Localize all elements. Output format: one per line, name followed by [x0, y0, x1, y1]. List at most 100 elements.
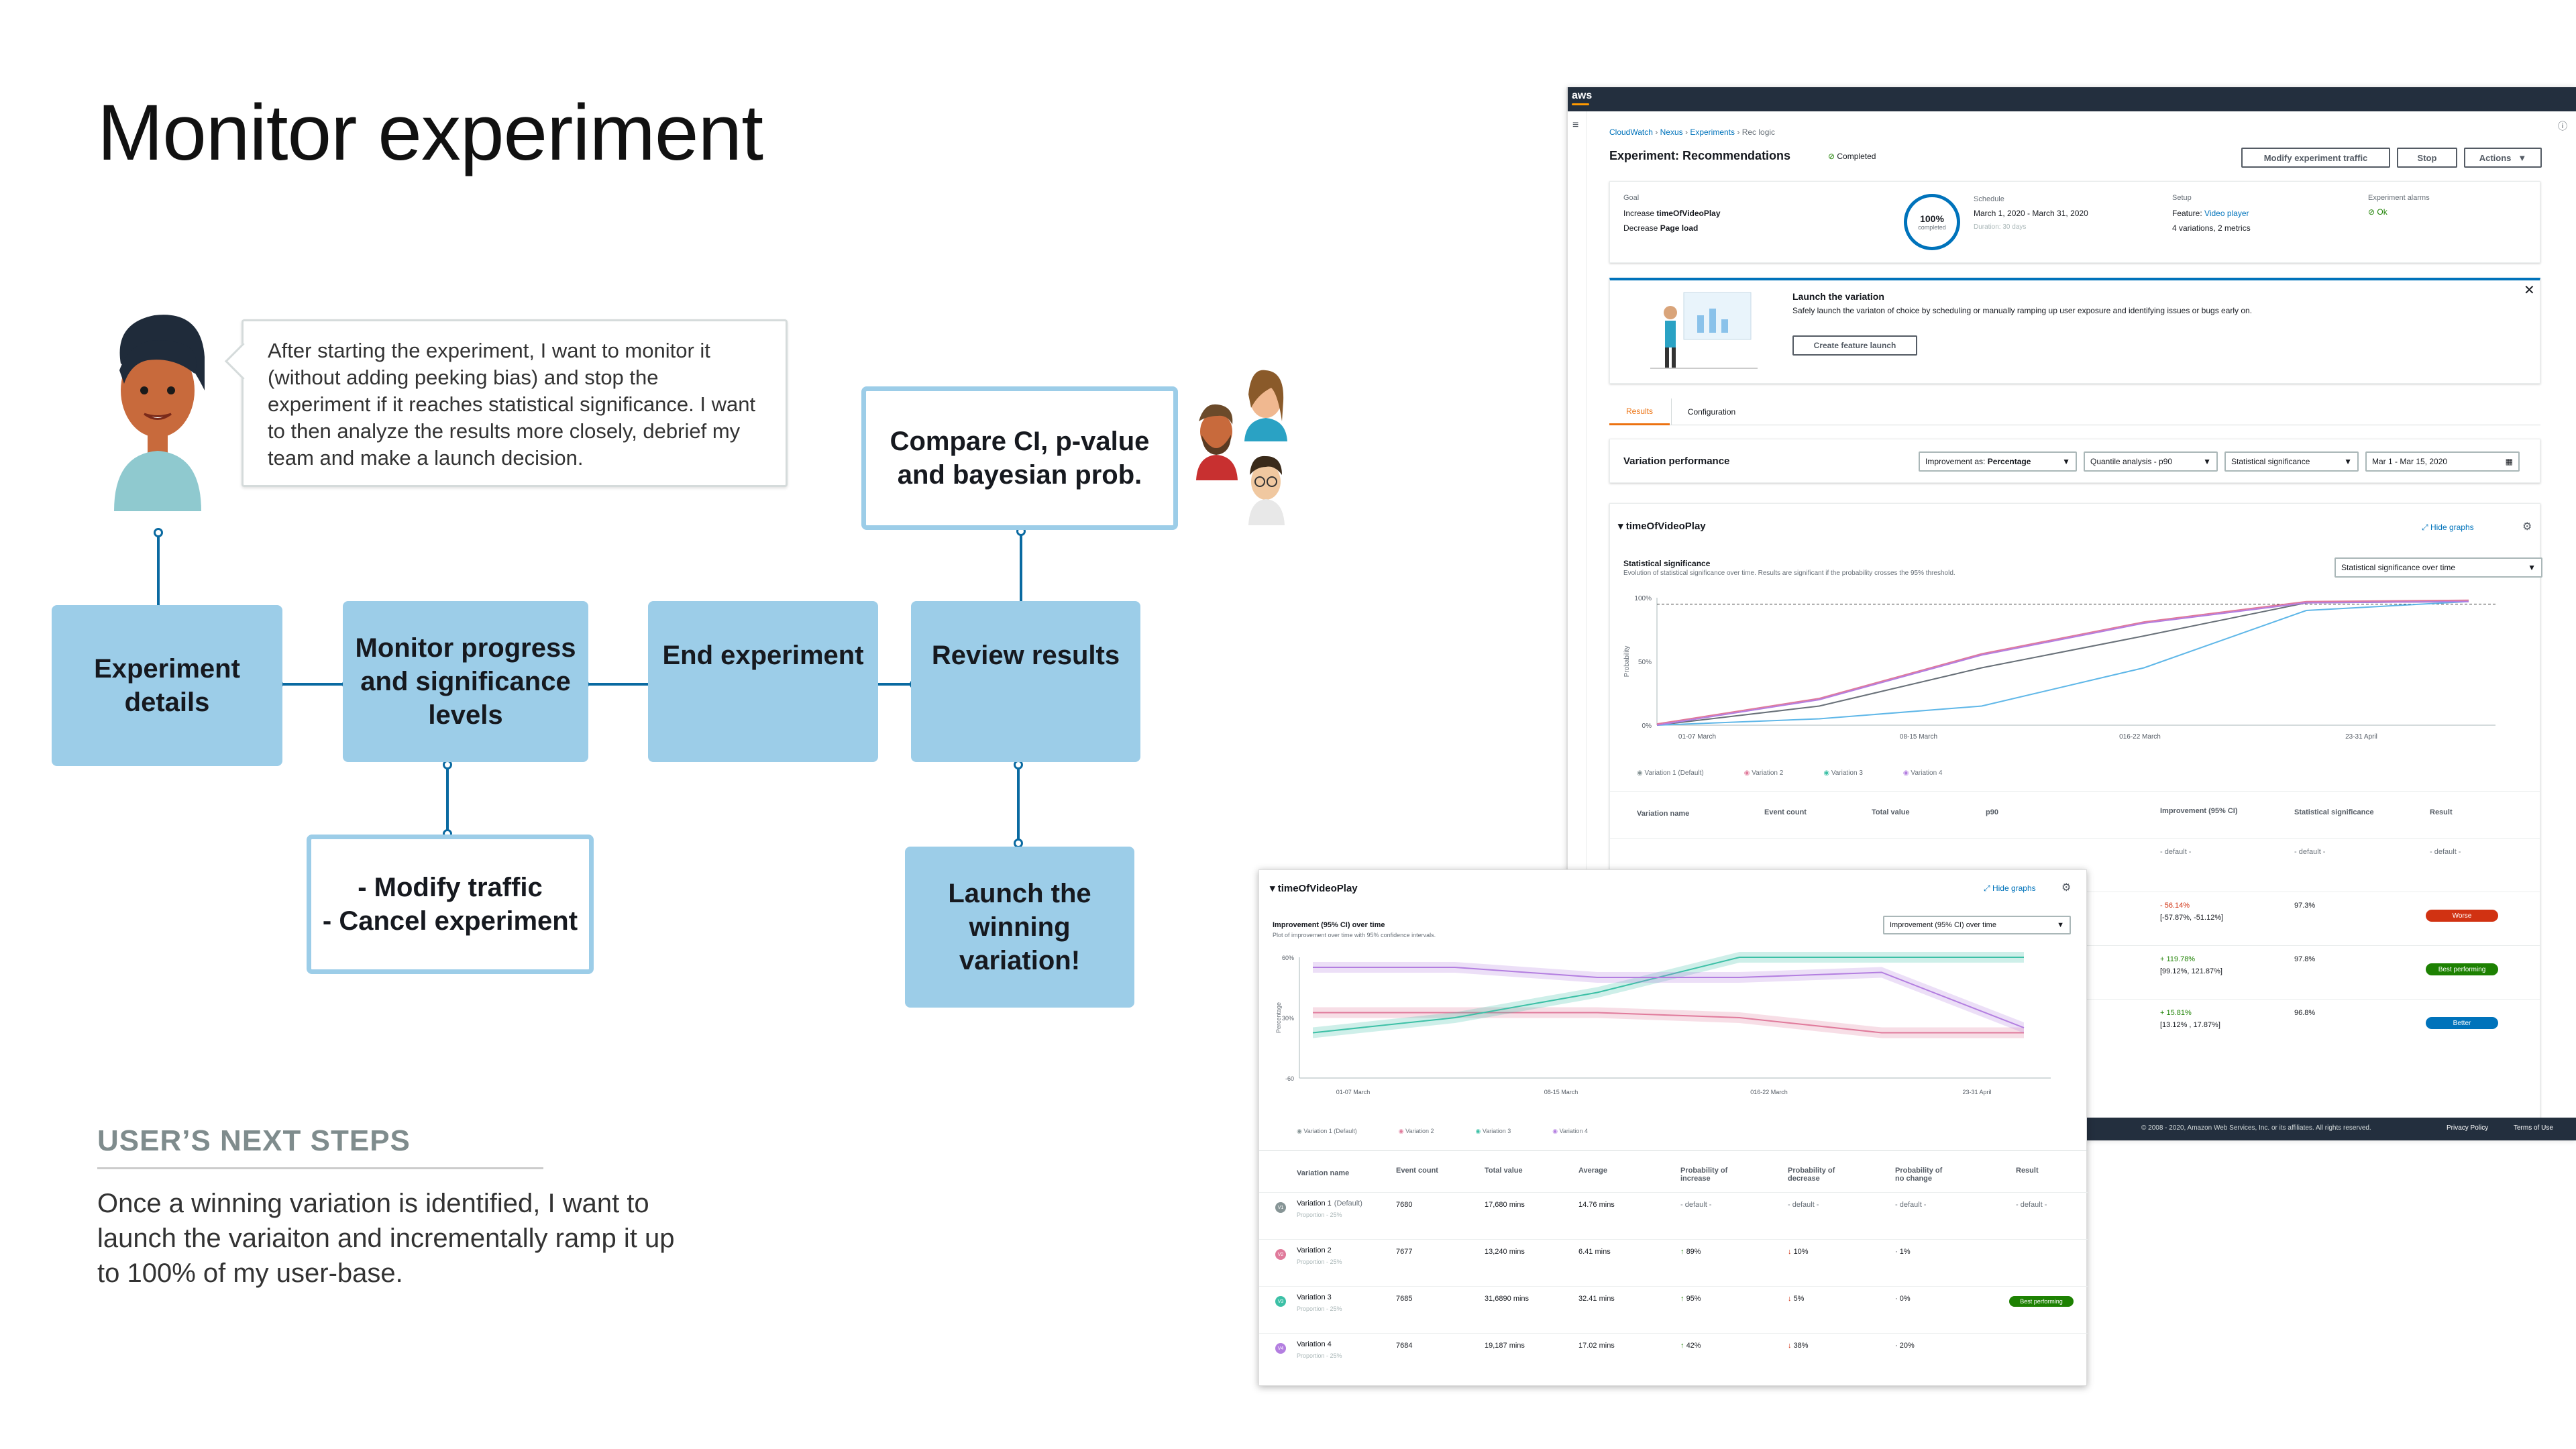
variation-name[interactable]: Variation 2	[1297, 1246, 1332, 1254]
calendar-icon: ▦	[2505, 457, 2513, 466]
info-icon[interactable]: ⓘ	[2558, 119, 2567, 133]
terms-link[interactable]: Terms of Use	[2514, 1124, 2553, 1132]
improvement-select[interactable]: Improvement as: Percentage ▼	[1919, 451, 2077, 472]
user-quote-bubble: After starting the experiment, I want to…	[241, 319, 788, 487]
sig-chart-title: Statistical significance	[1623, 559, 1711, 568]
prob-decrease: ↓ 10%	[1788, 1248, 1809, 1256]
duration-value: Duration: 30 days	[1974, 223, 2027, 231]
launch-title: Launch the variation	[1792, 291, 1884, 302]
ci-value: [99.12%, 121.87%]	[2160, 967, 2222, 975]
default-tag: (Default)	[1334, 1199, 1362, 1208]
event-count: 7684	[1396, 1342, 1413, 1350]
goal-2: Decrease Page load	[1623, 223, 1699, 233]
footer-copyright: © 2008 - 2020, Amazon Web Services, Inc.…	[2141, 1124, 2371, 1132]
popup-chart-select[interactable]: Improvement (95% CI) over time ▼	[1883, 916, 2071, 934]
sig-chart-select[interactable]: Statistical significance over time ▼	[2334, 557, 2542, 578]
result-value: - default -	[2430, 848, 2461, 856]
aws-top-bar: aws	[1568, 87, 2576, 111]
actions-dropdown[interactable]: Actions ▼	[2464, 148, 2542, 168]
prob-decrease-value: 5%	[1793, 1295, 1805, 1303]
persona-icon	[114, 315, 205, 511]
prob-increase: ↑ 95%	[1680, 1295, 1701, 1303]
breadcrumb-experiments[interactable]: Experiments	[1690, 127, 1735, 137]
experiment-title: Experiment: Recommendations	[1609, 149, 1791, 162]
metric-name[interactable]: ▾ timeOfVideoPlay	[1618, 520, 1706, 532]
breadcrumb-current: Rec logic	[1741, 127, 1776, 137]
variation-dot-icon: V4	[1275, 1343, 1286, 1354]
setup-detail: 4 variations, 2 metrics	[2172, 223, 2251, 233]
alarms-label: Experiment alarms	[2368, 194, 2430, 202]
variation-dot-icon: V1	[1275, 1202, 1286, 1213]
arrow-up-icon: ↑	[1680, 1248, 1686, 1256]
success-icon: ⊘	[1828, 152, 1837, 161]
breadcrumb: CloudWatch › Nexus › Experiments › Rec l…	[1609, 127, 1776, 137]
privacy-link[interactable]: Privacy Policy	[2447, 1124, 2488, 1132]
quantile-select[interactable]: Quantile analysis - p90 ▼	[2084, 451, 2218, 472]
average-value: 32.41 mins	[1578, 1295, 1615, 1303]
popup-metric-name[interactable]: ▾ timeOfVideoPlay	[1270, 882, 1358, 894]
improvement-value: - default -	[2160, 848, 2192, 856]
tab-configuration[interactable]: Configuration	[1671, 398, 1752, 425]
variation-name[interactable]: Variation 3	[1297, 1293, 1332, 1301]
popup-settings-gear-icon[interactable]: ⚙	[2061, 881, 2071, 894]
arrow-down-icon: ↓	[1788, 1342, 1794, 1350]
breadcrumb-nexus[interactable]: Nexus	[1660, 127, 1683, 137]
prob-increase-value: 42%	[1686, 1342, 1701, 1350]
prob-increase-value: 89%	[1686, 1248, 1701, 1256]
variation-name[interactable]: Variation 1 (Default)	[1297, 1199, 1362, 1208]
prob-increase: ↑ 42%	[1680, 1342, 1701, 1350]
improvement-value: + 119.78%	[2160, 955, 2196, 963]
arrow-down-icon: ↓	[1788, 1295, 1794, 1303]
popup-chart-legend: ◉ Variation 1 (Default) ◉ Variation 2 ◉ …	[1297, 1128, 1588, 1135]
caret-down-icon: ▾	[1618, 521, 1626, 532]
popup-hide-graphs-link[interactable]: ⤢ Hide graphs	[1984, 883, 2036, 894]
settings-gear-icon[interactable]: ⚙	[2522, 520, 2532, 533]
close-icon[interactable]: ✕	[2524, 282, 2535, 299]
prob-decrease: ↓ 5%	[1788, 1295, 1804, 1303]
variation-proportion: Proportion - 25%	[1297, 1352, 1342, 1359]
menu-icon[interactable]: ≡	[1572, 119, 1578, 131]
variation-performance-title: Variation performance	[1623, 455, 1730, 467]
stop-button[interactable]: Stop	[2397, 148, 2457, 168]
prob-decrease-value: 10%	[1793, 1248, 1809, 1256]
alarms-status: ⊘ Ok	[2368, 207, 2387, 217]
significance-select[interactable]: Statistical significance ▼	[2224, 451, 2359, 472]
aws-logo[interactable]: aws	[1572, 90, 1592, 102]
variation-name[interactable]: Variation 4	[1297, 1340, 1332, 1348]
prob-decrease-value: 38%	[1793, 1342, 1809, 1350]
team-avatars-icon	[1196, 370, 1287, 525]
y-tick-label: 30%	[1282, 1015, 1294, 1022]
goal-1: Increase timeOfVideoPlay	[1623, 209, 1721, 218]
y-tick-label: 60%	[1282, 955, 1294, 961]
modify-traffic-button[interactable]: Modify experiment traffic	[2241, 148, 2390, 168]
tab-results[interactable]: Results	[1609, 398, 1670, 425]
goal-label: Goal	[1623, 194, 1640, 202]
prob-increase: ↑ 89%	[1680, 1248, 1701, 1256]
variation-row: V1 Variation 1 (Default) Proportion - 25% 76…	[1259, 1192, 2088, 1239]
next-steps-divider	[97, 1167, 543, 1169]
result-badge: Worse	[2426, 910, 2498, 922]
create-feature-launch-button[interactable]: Create feature launch	[1792, 335, 1917, 356]
popup-chart-subtitle: Plot of improvement over time with 95% c…	[1273, 932, 1436, 938]
significance-chart: 100% 50% 0% 01-07 March 08-15 March 016-22 Ma…	[1623, 595, 2496, 741]
legend-v2: ◉ Variation 2	[1398, 1128, 1434, 1134]
variation-row: V3 Variation 3 Proportion - 25% 7685 31,6890…	[1259, 1286, 2088, 1333]
legend-v1: ◉ Variation 1 (Default)	[1637, 769, 1704, 777]
hide-graphs-link[interactable]: ⤢ Hide graphs	[2422, 523, 2474, 533]
experiment-details-step: Experiment details	[52, 605, 282, 766]
prob-no-change: - default -	[1895, 1201, 1927, 1209]
setup-label: Setup	[2172, 194, 2192, 202]
breadcrumb-cloudwatch[interactable]: CloudWatch	[1609, 127, 1653, 137]
launch-illustration-icon	[1650, 292, 1758, 369]
review-results-step: Review results	[911, 601, 1140, 762]
x-tick-label: 08-15 March	[1900, 733, 1937, 741]
y-tick-label: -60	[1285, 1075, 1294, 1082]
legend-v3: ◉ Variation 3	[1475, 1128, 1511, 1134]
legend-v3: ◉ Variation 3	[1823, 769, 1863, 777]
date-range-picker[interactable]: Mar 1 - Mar 15, 2020 ▦	[2365, 451, 2520, 472]
x-tick-label: 016-22 March	[1750, 1089, 1788, 1095]
total-value: 13,240 mins	[1485, 1248, 1525, 1256]
series-line-4	[1656, 600, 2469, 726]
prob-decrease: ↓ 38%	[1788, 1342, 1809, 1350]
series-line-2	[1656, 599, 2469, 725]
